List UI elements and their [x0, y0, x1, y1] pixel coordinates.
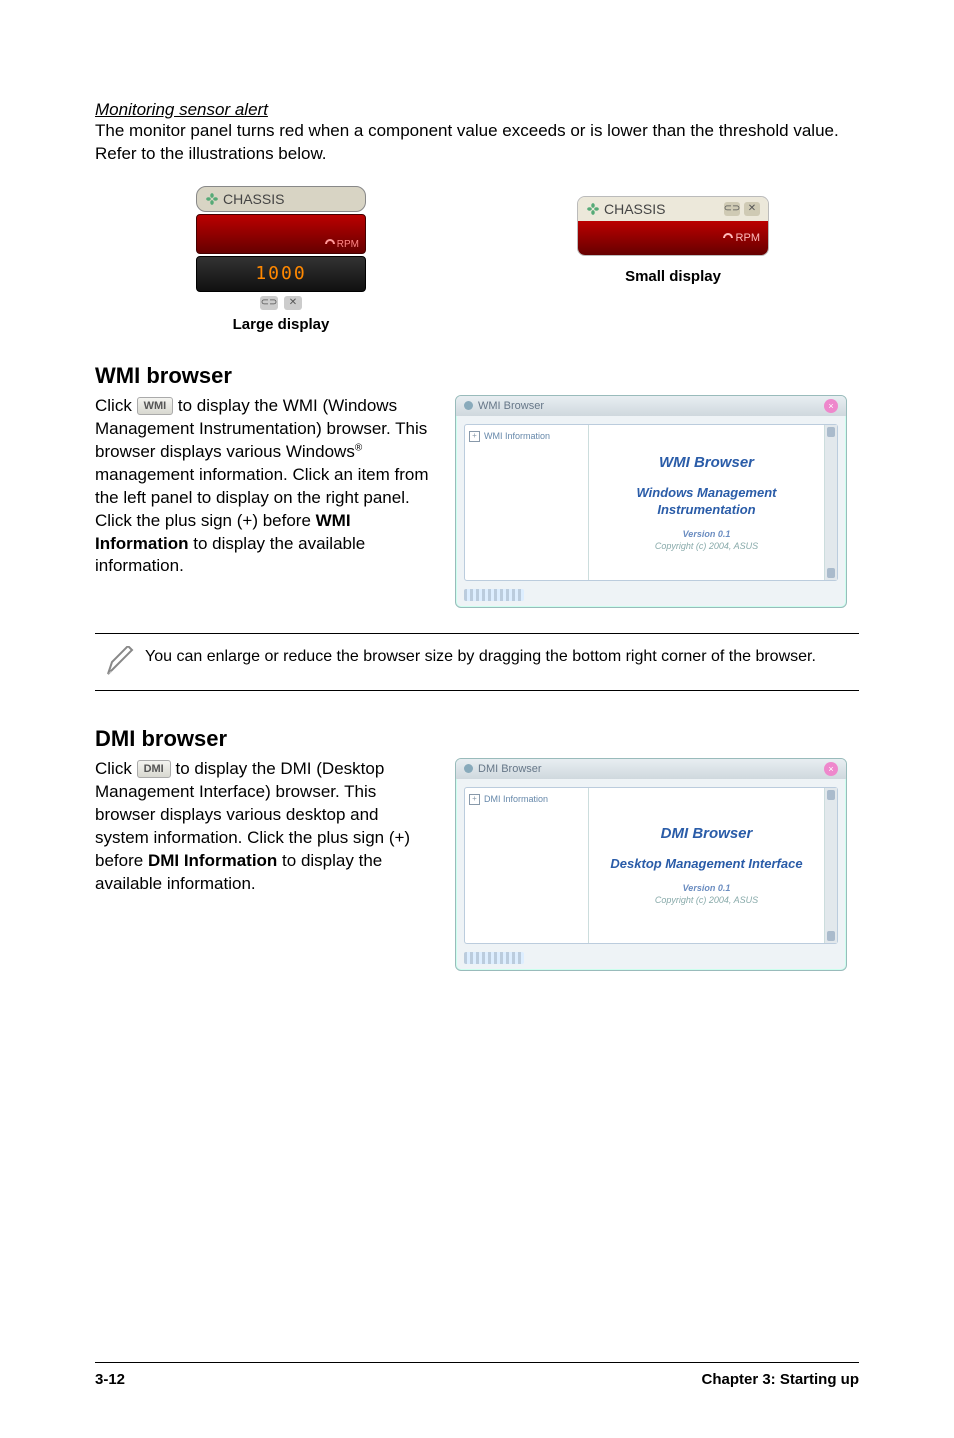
dmi-title: DMI browser — [95, 726, 859, 752]
wmi-window-col: WMI Browser × + WMI Information WMI Brows… — [455, 395, 859, 608]
dmi-main-panel: DMI Browser Desktop Management Interface… — [589, 788, 824, 943]
wmi-titlebar-text: WMI Browser — [478, 400, 544, 412]
scrollbar[interactable] — [824, 425, 837, 580]
pencil-icon — [95, 646, 145, 678]
rpm-icon: RPM — [723, 232, 760, 244]
dmi-content: + DMI Information DMI Browser Desktop Man… — [464, 787, 838, 944]
fan-icon — [205, 192, 219, 206]
close-icon: ✕ — [744, 202, 760, 216]
gauge-small-header: CHASSIS ⊂⊃ ✕ — [578, 197, 768, 221]
gauge-large-footer-icons: ⊂⊃ ✕ — [196, 296, 366, 310]
wmi-main-subtitle: Windows Management Instrumentation — [593, 485, 820, 519]
speedometer-icon — [325, 239, 335, 249]
wmi-title: WMI browser — [95, 363, 859, 389]
dmi-version: Version 0.1 — [683, 883, 731, 893]
gauge-large-label: CHASSIS — [223, 191, 284, 207]
close-icon[interactable]: × — [824, 762, 838, 776]
wmi-browser-window: WMI Browser × + WMI Information WMI Brows… — [455, 395, 847, 608]
window-icon — [464, 764, 473, 773]
dmi-tree-label: DMI Information — [484, 794, 548, 804]
wmi-tree-label: WMI Information — [484, 431, 550, 441]
section-sensor-alert: Monitoring sensor alert The monitor pane… — [95, 100, 859, 333]
speedometer-icon — [723, 233, 733, 243]
rpm-icon: RPM — [325, 239, 359, 250]
fan-icon — [586, 202, 600, 216]
wmi-para-body-2: management information. Click an item fr… — [95, 465, 429, 530]
gauge-small-label: CHASSIS — [604, 201, 665, 217]
resize-grip[interactable] — [464, 952, 524, 964]
gauge-small-red-zone: RPM — [578, 221, 768, 255]
registered-symbol: ® — [355, 442, 362, 453]
window-icon — [464, 401, 473, 410]
gauge-large-readout: 1000 — [196, 256, 366, 292]
wmi-titlebar: WMI Browser × — [456, 396, 846, 416]
dmi-titlebar-text: DMI Browser — [478, 763, 542, 775]
large-display-block: CHASSIS RPM 1000 ⊂⊃ ✕ — [95, 176, 467, 333]
footer-page-number: 3-12 — [95, 1371, 125, 1388]
wmi-main-panel: WMI Browser Windows Management Instrumen… — [589, 425, 824, 580]
dmi-main-subtitle: Desktop Management Interface — [610, 856, 802, 873]
close-icon[interactable]: × — [824, 399, 838, 413]
scrollbar[interactable] — [824, 788, 837, 943]
wmi-tree-root[interactable]: + WMI Information — [469, 431, 584, 442]
gauge-large: CHASSIS RPM 1000 ⊂⊃ ✕ — [196, 186, 366, 310]
wmi-version: Version 0.1 — [683, 529, 731, 539]
page: Monitoring sensor alert The monitor pane… — [0, 0, 954, 1438]
gauge-small: CHASSIS ⊂⊃ ✕ RPM — [577, 196, 769, 256]
gauge-large-red-zone: RPM — [196, 214, 366, 254]
dmi-sidebar: + DMI Information — [465, 788, 589, 943]
wmi-main-title: WMI Browser — [659, 454, 754, 471]
plus-icon[interactable]: + — [469, 431, 480, 442]
wmi-copyright: Copyright (c) 2004, ASUS — [655, 541, 758, 551]
footer-divider — [95, 1362, 859, 1363]
gauge-large-value: 1000 — [255, 263, 306, 284]
gauge-large-rpm-label: RPM — [337, 239, 359, 250]
dmi-copyright: Copyright (c) 2004, ASUS — [655, 895, 758, 905]
wmi-sidebar: + WMI Information — [465, 425, 589, 580]
wmi-chip-button[interactable]: WMI — [137, 397, 174, 415]
sensor-alert-heading: Monitoring sensor alert — [95, 100, 859, 120]
dmi-bold-term: DMI Information — [148, 851, 277, 870]
dmi-chip-button[interactable]: DMI — [137, 760, 171, 778]
plus-icon[interactable]: + — [469, 794, 480, 805]
large-display-caption: Large display — [95, 316, 467, 333]
note-block: You can enlarge or reduce the browser si… — [95, 633, 859, 691]
page-footer: 3-12 Chapter 3: Starting up — [95, 1371, 859, 1388]
wmi-paragraph: Click WMI to display the WMI (Windows Ma… — [95, 395, 435, 579]
dmi-paragraph: Click DMI to display the DMI (Desktop Ma… — [95, 758, 435, 896]
link-icon: ⊂⊃ — [260, 296, 278, 310]
dmi-window-col: DMI Browser × + DMI Information DMI Brows… — [455, 758, 859, 971]
close-icon: ✕ — [284, 296, 302, 310]
dmi-main-title: DMI Browser — [661, 825, 753, 842]
gauge-small-rpm-label: RPM — [736, 232, 760, 244]
dmi-tree-root[interactable]: + DMI Information — [469, 794, 584, 805]
section-wmi: WMI browser Click WMI to display the WMI… — [95, 363, 859, 608]
small-display-block: CHASSIS ⊂⊃ ✕ RPM Small displ — [487, 176, 859, 285]
wmi-content: + WMI Information WMI Browser Windows Man… — [464, 424, 838, 581]
link-icon: ⊂⊃ — [724, 202, 740, 216]
small-display-caption: Small display — [487, 268, 859, 285]
dmi-browser-window: DMI Browser × + DMI Information DMI Brows… — [455, 758, 847, 971]
wmi-para-prefix: Click — [95, 396, 137, 415]
dmi-para-prefix: Click — [95, 759, 137, 778]
note-text: You can enlarge or reduce the browser si… — [145, 646, 859, 668]
sensor-alert-body: The monitor panel turns red when a compo… — [95, 120, 859, 166]
dmi-titlebar: DMI Browser × — [456, 759, 846, 779]
section-dmi: DMI browser Click DMI to display the DMI… — [95, 726, 859, 971]
footer-chapter: Chapter 3: Starting up — [701, 1371, 859, 1388]
gauge-large-header: CHASSIS — [196, 186, 366, 212]
resize-grip[interactable] — [464, 589, 524, 601]
